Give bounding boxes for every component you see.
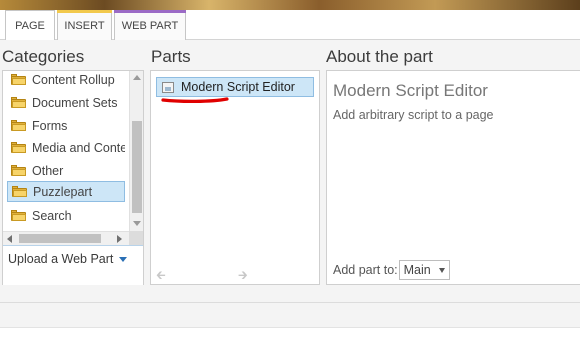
folder-icon	[11, 74, 26, 85]
tab-page[interactable]: PAGE	[5, 10, 55, 41]
parts-heading: Parts	[151, 47, 191, 66]
tab-web-part-label: WEB PART	[121, 19, 179, 32]
folder-icon	[11, 120, 26, 131]
upload-web-part-label: Upload a Web Part	[8, 252, 114, 266]
category-item-forms[interactable]: Forms	[7, 115, 125, 136]
zone-select-value: Main	[403, 263, 431, 277]
category-label: Forms	[32, 118, 68, 133]
add-part-to-label: Add part to:	[333, 263, 398, 277]
parts-paging: 🡰 🡲	[156, 266, 256, 282]
part-title: Modern Script Editor	[333, 81, 488, 100]
scrollbar-corner	[129, 231, 143, 245]
categories-vertical-scrollbar[interactable]	[129, 71, 143, 231]
folder-icon	[11, 142, 26, 153]
chevron-down-icon	[119, 256, 128, 262]
scroll-up-icon[interactable]	[133, 75, 141, 80]
folder-icon	[11, 165, 26, 176]
chevron-down-icon	[438, 267, 445, 273]
categories-list-box: Content Rollup Document Sets Forms Media…	[2, 70, 144, 285]
category-label: Puzzlepart	[33, 184, 93, 199]
web-part-icon	[162, 81, 174, 93]
folder-icon	[11, 97, 26, 108]
categories-footer: Upload a Web Part	[3, 245, 143, 285]
page-body-edge	[0, 327, 580, 343]
upload-web-part-button[interactable]: Upload a Web Part	[8, 252, 128, 266]
category-label: Other	[32, 163, 64, 178]
category-item-puzzlepart[interactable]: Puzzlepart	[7, 181, 125, 202]
category-label: Search	[32, 208, 72, 223]
ribbon-tab-bar: PAGE INSERT WEB PART	[0, 10, 580, 41]
scroll-down-icon[interactable]	[133, 221, 141, 226]
part-item-modern-script-editor[interactable]: Modern Script Editor	[156, 77, 314, 97]
category-item-media-and-content[interactable]: Media and Content	[7, 137, 125, 158]
about-part-box: Modern Script Editor Add arbitrary scrip…	[326, 70, 580, 285]
category-item-content-rollup[interactable]: Content Rollup	[7, 71, 125, 90]
categories-list: Content Rollup Document Sets Forms Media…	[3, 71, 129, 231]
next-page-icon[interactable]: 🡲	[238, 266, 248, 287]
zone-select[interactable]: Main	[398, 260, 450, 280]
tab-web-part[interactable]: WEB PART	[114, 10, 186, 40]
tab-insert-label: INSERT	[64, 19, 105, 32]
category-label: Document Sets	[32, 95, 118, 110]
category-label: Content Rollup	[32, 72, 115, 87]
parts-list-box: Modern Script Editor 🡰 🡲	[150, 70, 320, 285]
tab-web-part-accent	[114, 10, 186, 13]
tab-page-label: PAGE	[15, 20, 45, 32]
folder-icon	[12, 186, 27, 197]
previous-page-icon[interactable]: 🡰	[156, 266, 166, 287]
page-banner-image	[0, 0, 580, 10]
tab-insert-accent	[57, 10, 112, 13]
part-label: Modern Script Editor	[181, 80, 295, 94]
red-annotation-underline	[161, 97, 229, 103]
about-heading: About the part	[326, 47, 433, 66]
scroll-left-icon[interactable]	[7, 235, 12, 243]
category-label: Media and Content	[32, 140, 125, 155]
scrollbar-thumb[interactable]	[19, 234, 101, 243]
categories-horizontal-scrollbar[interactable]	[3, 231, 129, 245]
scroll-right-icon[interactable]	[117, 235, 122, 243]
category-item-document-sets[interactable]: Document Sets	[7, 92, 125, 113]
scrollbar-thumb[interactable]	[132, 121, 142, 213]
category-item-other[interactable]: Other	[7, 160, 125, 181]
part-description: Add arbitrary script to a page	[333, 108, 494, 122]
categories-heading: Categories	[2, 47, 85, 66]
add-part-to-row: Add part to: Main	[333, 260, 450, 280]
folder-icon	[11, 210, 26, 221]
tab-insert[interactable]: INSERT	[57, 10, 112, 40]
category-item-search[interactable]: Search	[7, 205, 125, 226]
